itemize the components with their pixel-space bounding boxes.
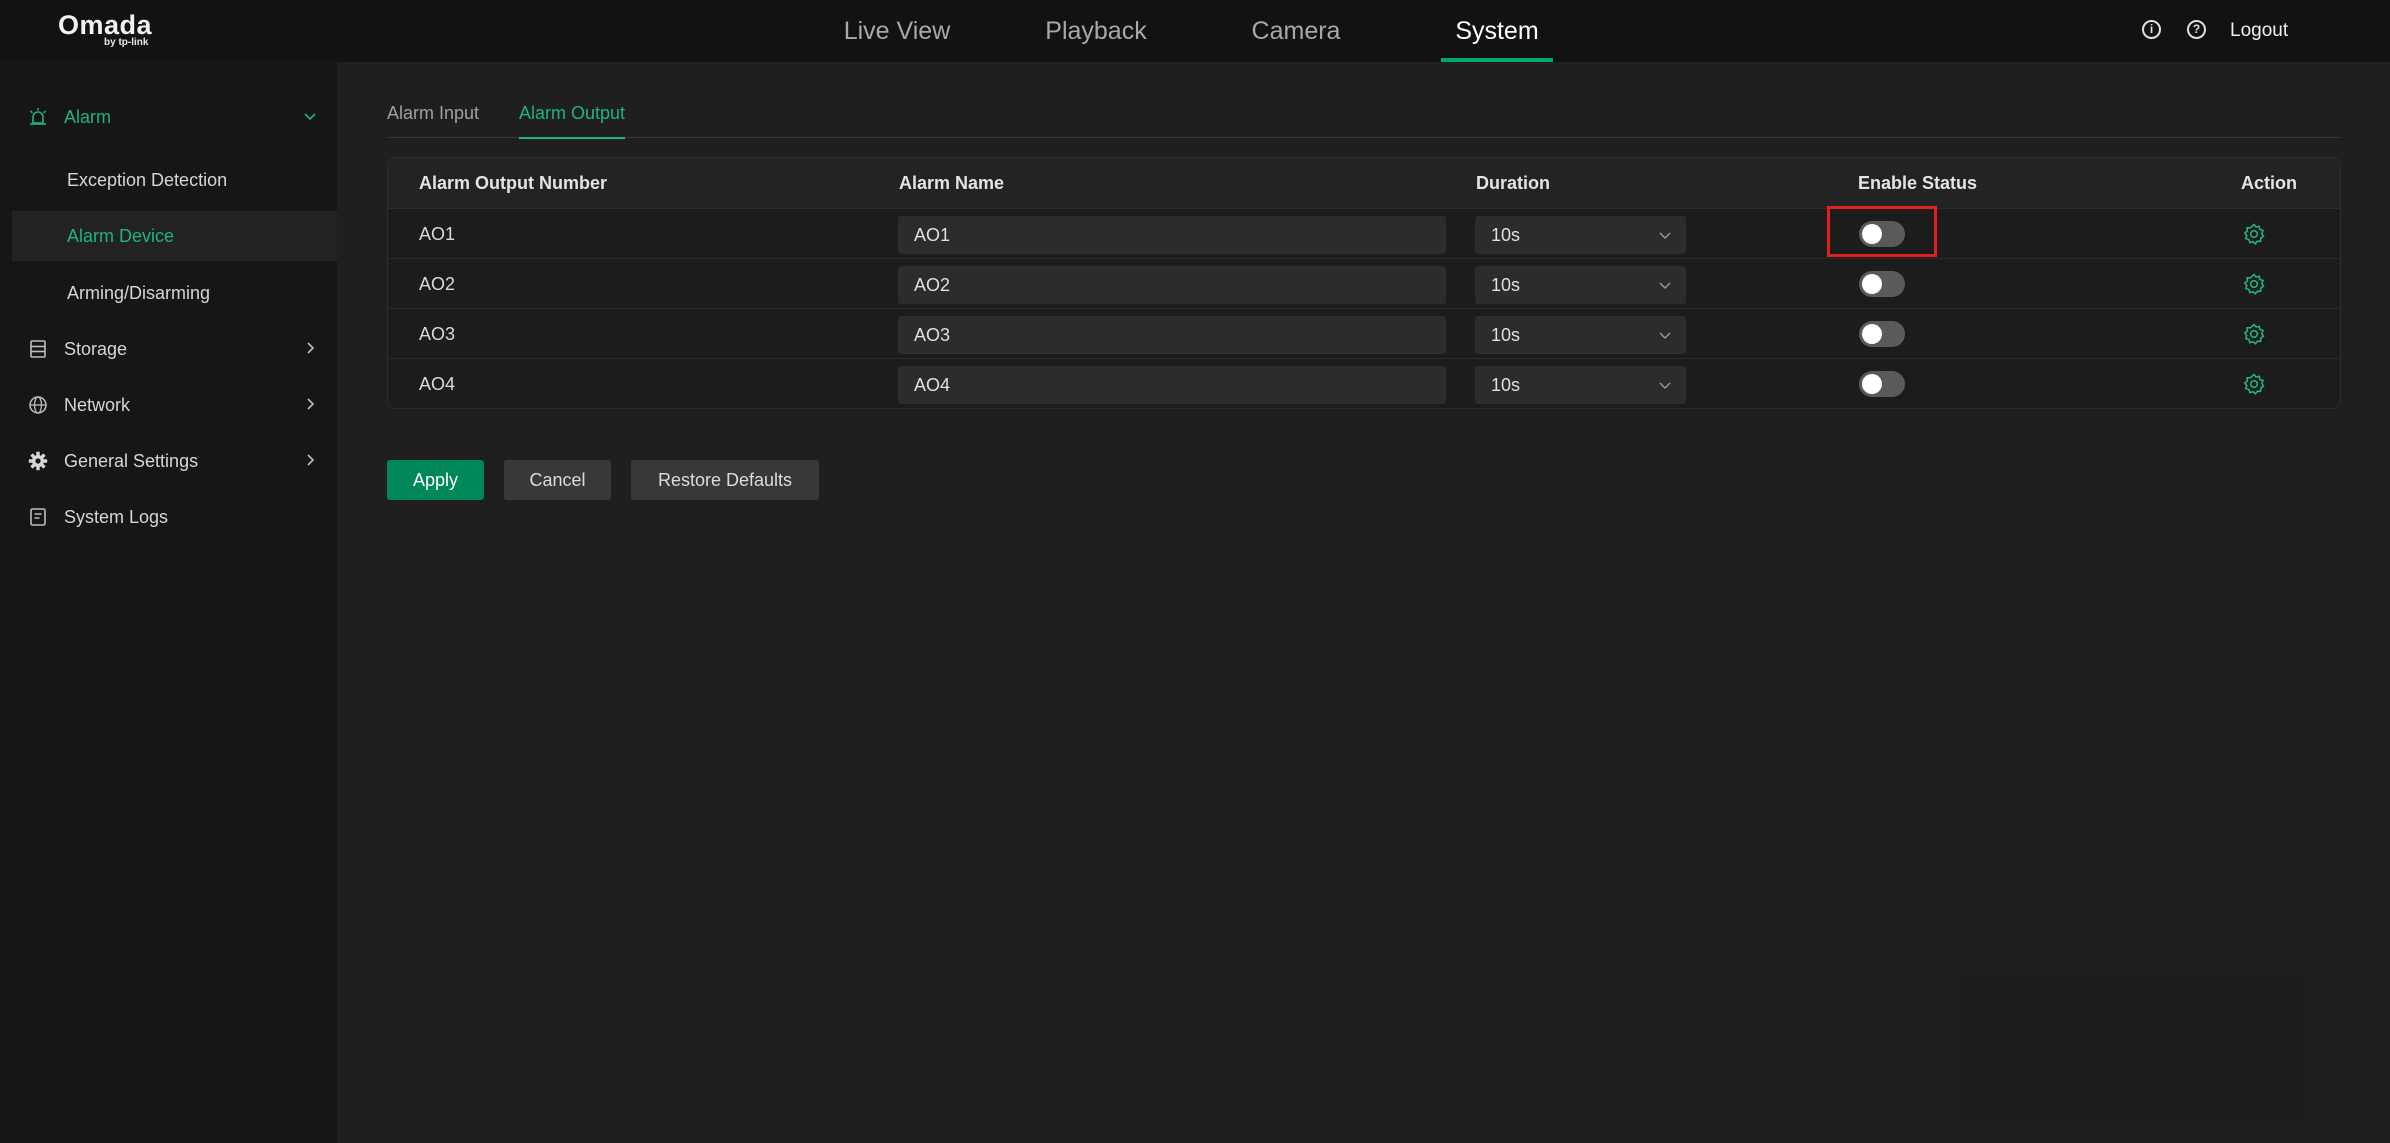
sidebar-item-system-logs[interactable]: System Logs (12, 492, 337, 542)
alarm-output-table: Alarm Output Number Alarm Name Duration … (387, 157, 2341, 409)
alarm-output-number: AO1 (419, 224, 456, 244)
alarm-tabs: Alarm Input Alarm Output (387, 98, 2341, 139)
sidebar-item-network[interactable]: Network (12, 380, 337, 430)
enable-status-toggle[interactable] (1859, 221, 1905, 247)
enable-status-toggle[interactable] (1859, 271, 1905, 297)
toggle-knob (1862, 224, 1882, 244)
info-icon[interactable]: i (2142, 20, 2161, 39)
toggle-knob (1862, 374, 1882, 394)
chevron-down-icon (304, 113, 316, 121)
settings-gear-icon[interactable] (2242, 322, 2266, 346)
gear-icon (28, 451, 48, 471)
sidebar-item-general-settings[interactable]: General Settings (12, 436, 337, 486)
cancel-button[interactable]: Cancel (504, 460, 611, 500)
restore-defaults-button[interactable]: Restore Defaults (631, 460, 819, 500)
chevron-down-icon (1659, 232, 1671, 239)
nav-live-view[interactable]: Live View (840, 0, 954, 62)
settings-gear-icon[interactable] (2242, 372, 2266, 396)
sidebar-subitem-label: Alarm Device (67, 226, 175, 246)
sidebar-item-storage[interactable]: Storage (12, 324, 337, 374)
alarm-name-input[interactable] (898, 216, 1446, 254)
table-row: AO2 10s (388, 259, 2340, 309)
sidebar: Alarm Exception Detection Alarm Device A… (0, 62, 337, 1143)
logo-subtext: by tp-link (104, 37, 149, 48)
enable-status-toggle[interactable] (1859, 371, 1905, 397)
logout-link[interactable]: Logout (2230, 0, 2288, 62)
chevron-down-icon (1659, 282, 1671, 289)
table-row: AO4 10s (388, 359, 2340, 408)
sidebar-item-alarm[interactable]: Alarm (12, 92, 337, 142)
sidebar-item-label: General Settings (64, 451, 199, 471)
alarm-output-number: AO2 (419, 274, 456, 294)
column-header-enable-status: Enable Status (1858, 173, 1978, 193)
toggle-knob (1862, 324, 1882, 344)
duration-value: 10s (1491, 275, 1521, 295)
column-header-action: Action (2241, 173, 2297, 193)
table-row: AO3 10s (388, 309, 2340, 359)
nav-camera[interactable]: Camera (1243, 0, 1349, 62)
duration-value: 10s (1491, 325, 1521, 345)
toggle-knob (1862, 274, 1882, 294)
chevron-right-icon (307, 398, 315, 410)
tab-alarm-input[interactable]: Alarm Input (387, 98, 479, 138)
alarm-light-icon (29, 108, 47, 125)
table-row: AO1 10s (388, 209, 2340, 259)
duration-select[interactable]: 10s (1475, 216, 1686, 254)
sidebar-item-label: Network (64, 395, 131, 415)
help-icon[interactable]: ? (2187, 20, 2206, 39)
sidebar-subitem-alarm-device[interactable]: Alarm Device (12, 211, 337, 261)
sidebar-item-label: Storage (64, 339, 128, 359)
duration-select[interactable]: 10s (1475, 266, 1686, 304)
chevron-down-icon (1659, 332, 1671, 339)
duration-value: 10s (1491, 375, 1521, 395)
sidebar-item-label: System Logs (64, 507, 169, 527)
sidebar-subitem-arming-disarming[interactable]: Arming/Disarming (12, 268, 337, 318)
enable-status-toggle[interactable] (1859, 321, 1905, 347)
alarm-name-input[interactable] (898, 266, 1446, 304)
sidebar-subitem-exception-detection[interactable]: Exception Detection (12, 155, 337, 205)
column-header-number: Alarm Output Number (419, 173, 608, 193)
alarm-output-number: AO4 (419, 374, 456, 394)
alarm-name-input[interactable] (898, 366, 1446, 404)
sidebar-item-label: Alarm (64, 107, 112, 127)
nav-playback[interactable]: Playback (1040, 0, 1152, 62)
chevron-down-icon (1659, 382, 1671, 389)
globe-icon (29, 396, 47, 414)
table-header: Alarm Output Number Alarm Name Duration … (388, 158, 2340, 209)
duration-select[interactable]: 10s (1475, 316, 1686, 354)
nav-system[interactable]: System (1441, 0, 1553, 62)
omada-logo[interactable]: Omada by tp-link (58, 10, 152, 48)
chevron-right-icon (307, 342, 315, 354)
logo-text: Omada (58, 10, 153, 40)
sidebar-subitem-label: Arming/Disarming (67, 283, 211, 303)
log-icon (30, 508, 46, 526)
top-bar: Omada by tp-link Live View Playback Came… (0, 0, 2390, 62)
storage-icon (30, 340, 46, 358)
background-panel (1960, 975, 2305, 1120)
apply-button[interactable]: Apply (387, 460, 484, 500)
sidebar-subitem-label: Exception Detection (67, 170, 228, 190)
settings-gear-icon[interactable] (2242, 222, 2266, 246)
settings-gear-icon[interactable] (2242, 272, 2266, 296)
chevron-right-icon (307, 454, 315, 466)
duration-select[interactable]: 10s (1475, 366, 1686, 404)
tab-alarm-output[interactable]: Alarm Output (519, 98, 626, 139)
duration-value: 10s (1491, 225, 1521, 245)
column-header-duration: Duration (1476, 173, 1550, 193)
column-header-name: Alarm Name (899, 173, 1005, 193)
alarm-output-number: AO3 (419, 324, 456, 344)
alarm-name-input[interactable] (898, 316, 1446, 354)
